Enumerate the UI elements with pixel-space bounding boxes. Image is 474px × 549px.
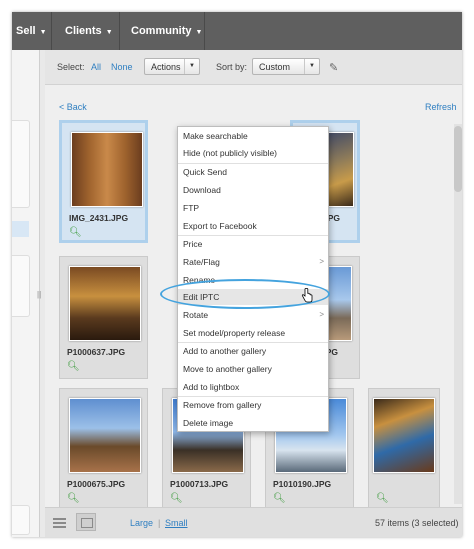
app-window: Sell ▼ Clients ▼ Community ▼ || Select: All… [12,12,462,537]
menu-item-label: Add to lightbox [183,382,240,392]
nav-divider [51,12,52,50]
menu-item-price[interactable]: Price [178,236,328,252]
menu-item-label: Rate/Flag [183,257,220,267]
actions-dropdown[interactable]: Actions ▼ [144,58,200,75]
size-separator: | [158,518,161,528]
menu-item-label: Remove from gallery [183,400,262,410]
sidebar-panel [12,120,30,208]
sidebar-panel [12,505,30,535]
menu-item-move-gallery[interactable]: Move to another gallery [178,361,328,377]
size-small-link[interactable]: Small [165,518,188,528]
menu-item-rotate[interactable]: Rotate > [178,307,328,323]
thumbnail-filename: P1000713.JPG [170,479,229,489]
thumbnail-image [71,132,143,207]
list-view-icon[interactable] [53,518,66,528]
gallery-scrollbar-thumb[interactable] [454,126,462,192]
menu-item-download[interactable]: Download [178,182,328,198]
pencil-icon[interactable]: ✎ [329,61,338,74]
magnifier-icon[interactable]: 🔍︎ [67,493,80,504]
menu-item-label: Delete image [183,418,234,428]
chevron-down-icon: ▼ [304,59,319,74]
select-none-link[interactable]: None [111,62,133,72]
magnifier-icon[interactable]: 🔍︎ [170,493,183,504]
menu-item-label: Rotate [183,310,209,320]
nav-divider [119,12,120,50]
select-all-link[interactable]: All [91,62,101,72]
item-count: 57 items (3 selected) [375,518,459,528]
magnifier-icon[interactable]: 🔍︎ [376,493,389,504]
menu-item-label: Add to another gallery [183,346,267,356]
menu-item-hide[interactable]: Hide (not publicly visible) [178,145,328,161]
menu-item-label: Quick Send [183,167,227,177]
left-sidebar [12,50,40,537]
submenu-arrow-icon: > [319,310,324,319]
thumbnail-image [69,266,141,341]
menu-item-label: Download [183,185,221,195]
panel-splitter-handle[interactable]: || [37,290,41,299]
chevron-down-icon: ▼ [39,29,47,36]
chevron-down-icon: ▼ [105,29,113,36]
thumbnail-filename: P1000637.JPG [67,347,126,357]
status-bar: Large | Small 57 items (3 selected) [45,507,462,537]
sidebar-selected-row[interactable] [12,221,29,237]
nav-clients[interactable]: Clients ▼ [65,12,113,50]
toolbar: Select: All None Actions ▼ Sort by: Cust… [45,50,462,85]
select-label: Select: [57,62,85,72]
actions-dropdown-label: Actions [151,62,181,72]
sort-dropdown-value: Custom [259,62,291,72]
menu-item-label: Move to another gallery [183,364,272,374]
hand-cursor-icon [301,288,313,303]
thumbnail-image [69,398,141,473]
menu-item-make-searchable[interactable]: Make searchable [178,128,328,144]
nav-community[interactable]: Community ▼ [131,12,202,50]
submenu-arrow-icon: > [319,257,324,266]
menu-item-add-gallery[interactable]: Add to another gallery [178,343,328,359]
magnifier-icon[interactable]: 🔍︎ [273,493,286,504]
menu-item-delete-image[interactable]: Delete image [178,415,328,431]
thumbnail-filename: P1000675.JPG [67,479,126,489]
menu-item-remove-gallery[interactable]: Remove from gallery [178,397,328,413]
menu-item-label: Set model/property release [183,328,286,338]
nav-sell[interactable]: Sell ▼ [16,12,47,50]
magnifier-icon[interactable]: 🔍︎ [67,361,80,372]
menu-item-label: Hide (not publicly visible) [183,148,278,158]
thumbnail-image [373,398,435,473]
menu-item-add-lightbox[interactable]: Add to lightbox [178,379,328,395]
nav-divider [204,12,205,50]
sort-dropdown[interactable]: Custom ▼ [252,58,320,75]
menu-item-label: Export to Facebook [183,221,257,231]
thumbnail-card[interactable]: 🔍︎ [368,388,440,507]
menu-item-rate-flag[interactable]: Rate/Flag > [178,254,328,270]
thumbnail-card[interactable]: P1000675.JPG 🔍︎ [59,388,148,507]
size-large-link[interactable]: Large [130,518,153,528]
menu-item-ftp[interactable]: FTP [178,200,328,216]
menu-item-model-release[interactable]: Set model/property release [178,325,328,341]
nav-community-label: Community [131,25,192,37]
chevron-down-icon: ▼ [195,29,203,36]
thumbnail-view-icon[interactable] [76,513,96,531]
menu-item-label: FTP [183,203,200,213]
nav-clients-label: Clients [65,25,102,37]
menu-item-quick-send[interactable]: Quick Send [178,164,328,180]
magnifier-icon[interactable]: 🔍︎ [69,227,82,238]
top-navigation: Sell ▼ Clients ▼ Community ▼ [12,12,462,50]
menu-item-label: Price [183,239,203,249]
sidebar-panel [12,255,30,317]
sortby-label: Sort by: [216,62,248,72]
menu-item-export-facebook[interactable]: Export to Facebook [178,218,328,234]
main-panel: Select: All None Actions ▼ Sort by: Cust… [45,50,462,537]
thumbnail-card[interactable]: P1000637.JPG 🔍︎ [59,256,148,379]
thumbnail-filename: P1010190.JPG [273,479,332,489]
thumbnail-card[interactable]: IMG_2431.JPG 🔍︎ [59,120,148,243]
menu-item-label: Make searchable [183,131,248,141]
chevron-down-icon: ▼ [184,59,199,74]
nav-sell-label: Sell [16,25,36,37]
thumbnail-filename: IMG_2431.JPG [69,213,129,223]
